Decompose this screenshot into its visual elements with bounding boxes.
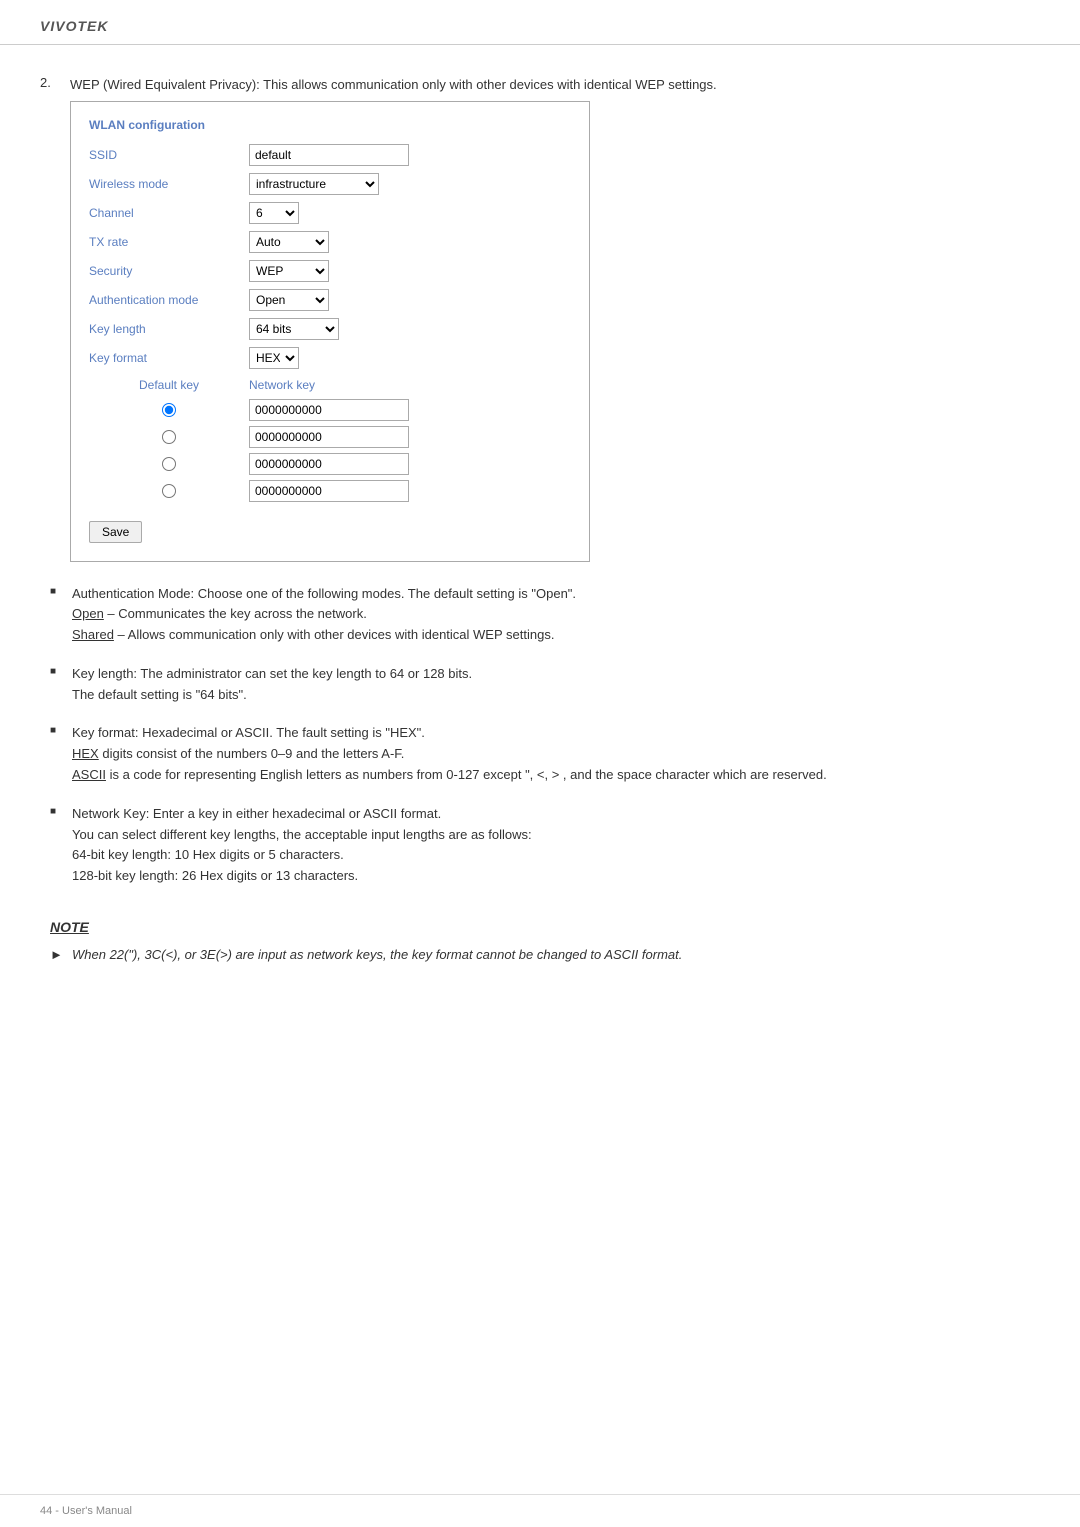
bullet-network-key: ■ Network Key: Enter a key in either hex… (40, 804, 1040, 887)
key-format-row: Key format HEX (89, 347, 571, 369)
hex-link: HEX (72, 746, 99, 761)
key-radio-2[interactable] (162, 430, 176, 444)
key-radio-3[interactable] (162, 457, 176, 471)
key-input-2[interactable] (249, 426, 409, 448)
ascii-link: ASCII (72, 767, 106, 782)
note-text-1: When 22("), 3C(<), or 3E(>) are input as… (72, 945, 682, 966)
network-key-col-label: Network key (249, 376, 315, 394)
bullet-text-1: Authentication Mode: Choose one of the f… (72, 584, 576, 646)
bullet-text-3: Key format: Hexadecimal or ASCII. The fa… (72, 723, 827, 785)
key-row-3 (89, 453, 571, 475)
wlan-config-title: WLAN configuration (89, 116, 571, 134)
auth-mode-label: Authentication mode (89, 291, 249, 309)
ssid-row: SSID (89, 144, 571, 166)
key-format-select[interactable]: HEX (249, 347, 299, 369)
auth-mode-row: Authentication mode Open (89, 289, 571, 311)
security-row: Security WEP (89, 260, 571, 282)
bullet-icon-2: ■ (50, 666, 66, 677)
security-select[interactable]: WEP (249, 260, 329, 282)
tx-rate-row: TX rate Auto (89, 231, 571, 253)
auth-mode-select[interactable]: Open (249, 289, 329, 311)
bullet-auth-mode: ■ Authentication Mode: Choose one of the… (40, 584, 1040, 646)
key-radio-1[interactable] (162, 403, 176, 417)
wlan-config-panel: WLAN configuration SSID Wireless mode (70, 101, 1040, 562)
save-button-wrapper: Save (89, 521, 142, 543)
key-radio-4[interactable] (162, 484, 176, 498)
key-input-1[interactable] (249, 399, 409, 421)
tx-rate-select[interactable]: Auto (249, 231, 329, 253)
default-key-col-label: Default key (89, 376, 249, 394)
channel-row: Channel 6 (89, 202, 571, 224)
key-input-3[interactable] (249, 453, 409, 475)
ssid-label: SSID (89, 146, 249, 164)
key-length-label: Key length (89, 320, 249, 338)
key-row-1 (89, 399, 571, 421)
bullet-key-format: ■ Key format: Hexadecimal or ASCII. The … (40, 723, 1040, 785)
section2-intro: WEP (Wired Equivalent Privacy): This all… (70, 77, 717, 92)
note-arrow-icon: ► (50, 945, 72, 966)
key-length-row: Key length 64 bits (89, 318, 571, 340)
security-label: Security (89, 262, 249, 280)
bullet-icon-1: ■ (50, 586, 66, 597)
section-number: 2. (40, 75, 70, 90)
key-row-2 (89, 426, 571, 448)
wireless-mode-row: Wireless mode infrastructure (89, 173, 571, 195)
shared-link: Shared (72, 627, 114, 642)
note-item-1: ► When 22("), 3C(<), or 3E(>) are input … (50, 945, 1040, 966)
note-title: NOTE (50, 919, 1040, 935)
save-button[interactable]: Save (89, 521, 142, 543)
key-length-select[interactable]: 64 bits (249, 318, 339, 340)
key-format-label: Key format (89, 349, 249, 367)
bullet-key-length: ■ Key length: The administrator can set … (40, 664, 1040, 706)
default-key-header: Default key Network key (89, 376, 571, 394)
channel-label: Channel (89, 204, 249, 222)
ssid-input[interactable] (249, 144, 409, 166)
page-footer: 44 - User's Manual (0, 1494, 1080, 1527)
page-number: 44 - User's Manual (40, 1505, 132, 1517)
brand-logo: VIVOTEK (40, 18, 1040, 34)
bullet-text-4: Network Key: Enter a key in either hexad… (72, 804, 532, 887)
key-input-4[interactable] (249, 480, 409, 502)
note-section: NOTE ► When 22("), 3C(<), or 3E(>) are i… (40, 919, 1040, 966)
bullet-icon-3: ■ (50, 725, 66, 736)
key-row-4 (89, 480, 571, 502)
tx-rate-label: TX rate (89, 233, 249, 251)
open-link: Open (72, 606, 104, 621)
bullet-text-2: Key length: The administrator can set th… (72, 664, 472, 706)
wireless-mode-select[interactable]: infrastructure (249, 173, 379, 195)
bullet-icon-4: ■ (50, 806, 66, 817)
wireless-mode-label: Wireless mode (89, 175, 249, 193)
channel-select[interactable]: 6 (249, 202, 299, 224)
